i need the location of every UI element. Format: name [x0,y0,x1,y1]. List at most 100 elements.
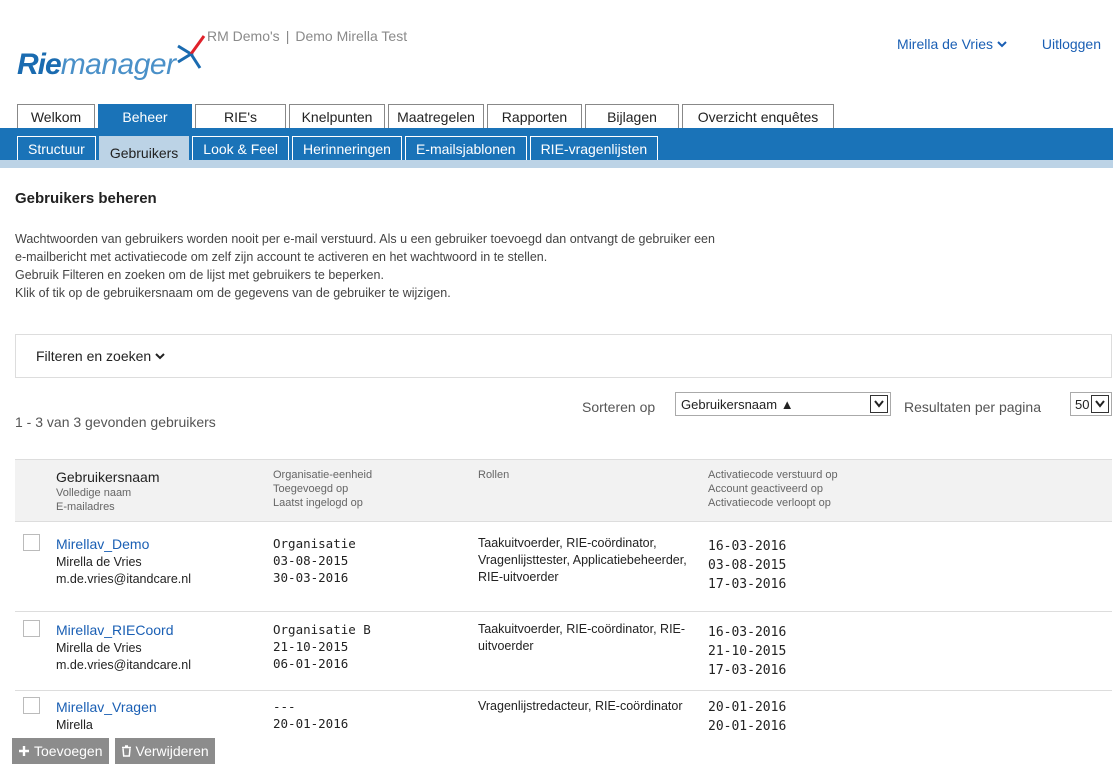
row-checkbox[interactable] [23,620,40,637]
fullname: Mirella [56,718,93,732]
results-per-page-select[interactable]: 50 [1070,392,1112,416]
results-per-page-value: 50 [1075,396,1090,412]
crumb-organisation: RM Demo's [207,28,280,44]
org-cell: --- 20-01-2016 [273,698,348,732]
main-tabs: Welkom Beheer RIE's Knelpunten Maatregel… [17,104,834,128]
subtab-look-and-feel[interactable]: Look & Feel [192,136,289,160]
fullname: Mirella de Vries [56,641,142,655]
activation-sent-date: 16-03-2016 [708,539,787,554]
org-unit: Organisatie [273,536,356,551]
header-activation: Activatiecode verstuurd op Account geact… [708,468,838,510]
result-count: 1 - 3 van 3 gevonden gebruikers [15,414,216,430]
app-header: Rie manager RM Demo's | Demo Mirella Test … [0,0,1113,100]
table-row: Mirellav_RIECoord Mirella de Vries m.de.… [15,612,1112,691]
tab-rapporten[interactable]: Rapporten [487,104,582,128]
user-cell: Mirellav_RIECoord Mirella de Vries m.de.… [56,621,191,674]
table-row: Mirellav_Demo Mirella de Vries m.de.vrie… [15,522,1112,612]
activated-date: 20-01-2016 [708,719,787,734]
chevron-down-icon [155,353,165,360]
subtab-herinneringen[interactable]: Herinneringen [292,136,402,160]
tab-bijlagen[interactable]: Bijlagen [585,104,679,128]
sort-select[interactable]: Gebruikersnaam ▲ [675,392,891,416]
header-username: Gebruikersnaam [56,469,160,485]
subtab-e-mailsjablonen[interactable]: E-mailsjablonen [404,136,527,160]
logo-arrows-icon [176,35,205,69]
last-login-date: 30-03-2016 [273,570,349,585]
chevron-down-icon [1091,395,1109,413]
header-email: E-mailadres [56,501,115,513]
row-checkbox[interactable] [23,697,40,714]
header-fullname: Volledige naam [56,487,132,499]
plus-icon [19,746,29,756]
description-filter: Gebruik Filteren en zoeken om de lijst m… [15,268,384,282]
table-header: Gebruikersnaam Volledige naam E-mailadre… [15,459,1112,522]
header-org-unit: Organisatie-eenheid [273,469,373,481]
user-cell: Mirellav_Vragen Mirella [56,698,157,734]
header-user[interactable]: Gebruikersnaam Volledige naam E-mailadre… [56,468,160,514]
chevron-down-icon [870,395,888,413]
description-passwords: Wachtwoorden van gebruikers worden nooit… [15,232,715,264]
header-last-login: Laatst ingelogd op [273,497,363,509]
subtab-rie-vragenlijsten[interactable]: RIE-vragenlijsten [529,136,659,160]
org-cell: Organisatie 03-08-2015 30-03-2016 [273,535,356,586]
crumb-environment: Demo Mirella Test [295,28,408,44]
tab-maatregelen[interactable]: Maatregelen [388,104,484,128]
added-date: 03-08-2015 [273,553,349,568]
activation-sent-date: 20-01-2016 [708,700,787,715]
page-description: Wachtwoorden van gebruikers worden nooit… [15,230,715,302]
header-activation-sent: Activatiecode verstuurd op [708,469,838,481]
activation-cell: 20-01-2016 20-01-2016 [708,698,786,735]
page-title: Gebruikers beheren [15,190,157,207]
add-user-button[interactable]: Toevoegen [12,738,109,764]
delete-users-button[interactable]: Verwijderen [114,738,215,764]
tab-ries[interactable]: RIE's [195,104,286,128]
tab-overzicht-enquetes[interactable]: Overzicht enquêtes [682,104,834,128]
activation-sent-date: 16-03-2016 [708,625,787,640]
filter-toggle[interactable]: Filteren en zoeken [15,334,1112,378]
added-date: 21-10-2015 [273,639,349,654]
roles-cell: Vragenlijstredacteur, RIE-coördinator [478,699,683,713]
last-login-date: 06-01-2016 [273,656,349,671]
sub-tabs: Structuur Gebruikers Look & Feel Herinne… [17,136,659,168]
crumb-separator: | [285,28,290,44]
tab-beheer[interactable]: Beheer [98,104,192,128]
logo-rie-text: Rie [17,48,62,81]
user-cell: Mirellav_Demo Mirella de Vries m.de.vrie… [56,535,191,588]
username-link[interactable]: Mirellav_Vragen [56,698,157,717]
table-row: Mirellav_Vragen Mirella --- 20-01-2016 V… [15,691,1112,735]
fullname: Mirella de Vries [56,555,142,569]
header-organisation: Organisatie-eenheid Toegevoegd op Laatst… [273,468,372,510]
logo-manager-text: manager [60,48,176,81]
header-roles: Rollen [478,469,510,481]
subtab-gebruikers[interactable]: Gebruikers [98,136,190,168]
trash-icon [121,745,131,757]
email: m.de.vries@itandcare.nl [56,658,191,672]
added-date: 20-01-2016 [273,716,349,731]
tab-knelpunten[interactable]: Knelpunten [289,104,385,128]
results-per-page-label: Resultaten per pagina [904,399,1041,415]
riemanager-logo[interactable]: Rie manager [17,32,208,80]
delete-users-label: Verwijderen [135,743,209,759]
add-user-label: Toevoegen [34,743,103,759]
email: m.de.vries@itandcare.nl [56,572,191,586]
table-actions: Toevoegen Verwijderen [12,738,215,764]
roles-cell: Taakuitvoerder, RIE-coördinator, Vragenl… [478,536,687,584]
filter-label: Filteren en zoeken [36,348,152,364]
activated-date: 21-10-2015 [708,644,787,659]
activation-cell: 16-03-2016 21-10-2015 17-03-2016 [708,623,786,680]
username-link[interactable]: Mirellav_Demo [56,535,191,554]
tab-welkom[interactable]: Welkom [17,104,95,128]
breadcrumb: RM Demo's | Demo Mirella Test [207,28,407,44]
activation-expires-date: 17-03-2016 [708,577,787,592]
org-unit: --- [273,699,296,714]
header-activation-expires: Activatiecode verloopt op [708,497,831,509]
user-menu[interactable]: Mirella de Vries [897,36,1007,52]
description-edit: Klik of tik op de gebruikersnaam om de g… [15,286,451,300]
subtab-structuur[interactable]: Structuur [17,136,96,160]
username-link[interactable]: Mirellav_RIECoord [56,621,191,640]
logout-link[interactable]: Uitloggen [1042,36,1101,52]
org-unit: Organisatie B [273,622,371,637]
row-checkbox[interactable] [23,534,40,551]
sort-label: Sorteren op [582,399,656,415]
header-added: Toegevoegd op [273,483,349,495]
